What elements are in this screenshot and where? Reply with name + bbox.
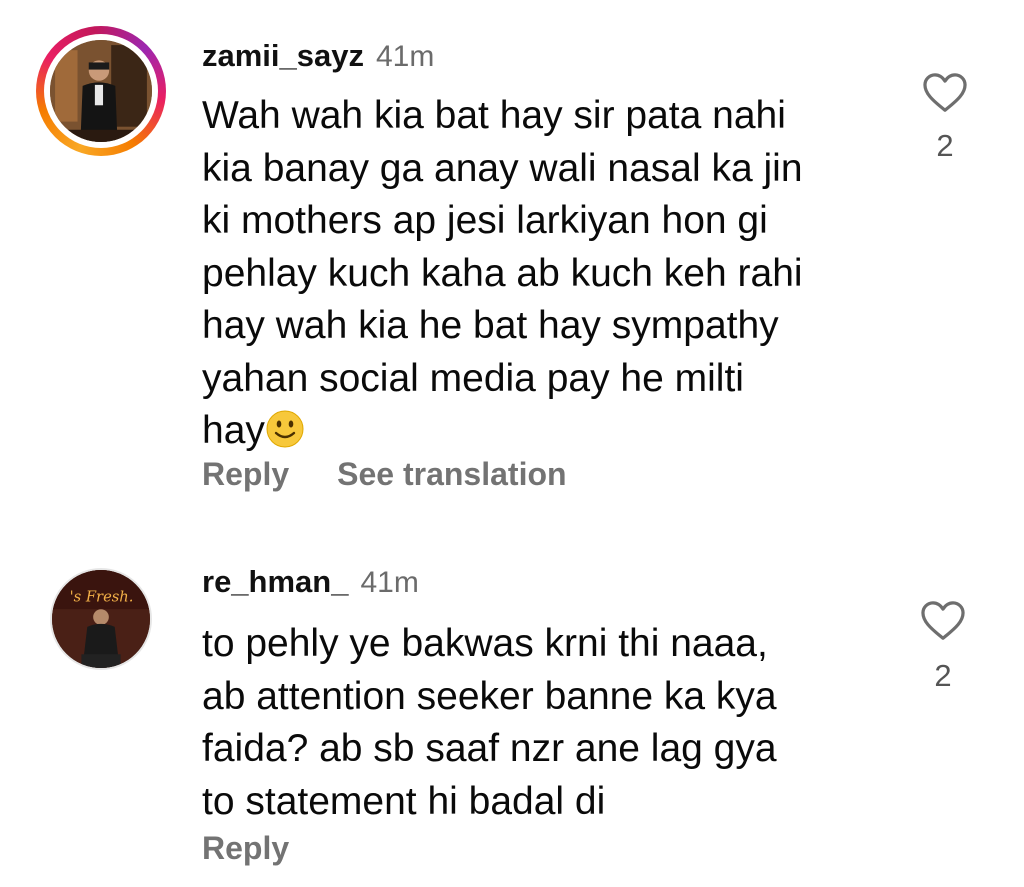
heart-outline-icon[interactable] [922,72,968,114]
comment-item: 's Fresh. re_hman_ 41m to pehly ye bakwa… [0,540,1024,887]
reply-button[interactable]: Reply [202,830,289,867]
avatar [50,40,152,142]
avatar-photo [50,40,152,142]
username[interactable]: re_hman_ [202,564,348,600]
avatar: 's Fresh. [52,570,150,668]
comment-actions: Reply See translation [202,456,567,493]
like-count: 2 [934,658,952,693]
like-control: 2 [920,72,970,164]
timestamp: 41m [376,40,435,73]
comment-header: re_hman_ 41m [202,564,419,600]
comment-body: Wah wah kia bat hay sir pata nahi kia ba… [202,94,803,452]
like-control: 2 [918,600,968,694]
comment-body: to pehly ye bakwas krni thi naaa, ab att… [202,622,777,823]
avatar-ring[interactable]: 's Fresh. [50,568,152,670]
timestamp: 41m [360,566,419,599]
comment-item: zamii_sayz 41m Wah wah kia bat hay sir p… [0,0,1024,520]
see-translation-button[interactable]: See translation [337,456,566,493]
heart-outline-icon[interactable] [920,600,966,642]
comment-text: Wah wah kia bat hay sir pata nahi kia ba… [202,90,842,458]
avatar-story-ring[interactable] [36,26,166,156]
comment-text: to pehly ye bakwas krni thi naaa, ab att… [202,618,842,828]
comment-actions: Reply [202,830,289,867]
slightly-smiling-face-icon [266,410,304,448]
username[interactable]: zamii_sayz [202,38,364,74]
reply-button[interactable]: Reply [202,456,289,493]
avatar-sign-text: 's Fresh. [70,588,134,605]
like-count: 2 [936,128,954,163]
comment-header: zamii_sayz 41m [202,38,434,74]
avatar-photo: 's Fresh. [52,570,150,668]
